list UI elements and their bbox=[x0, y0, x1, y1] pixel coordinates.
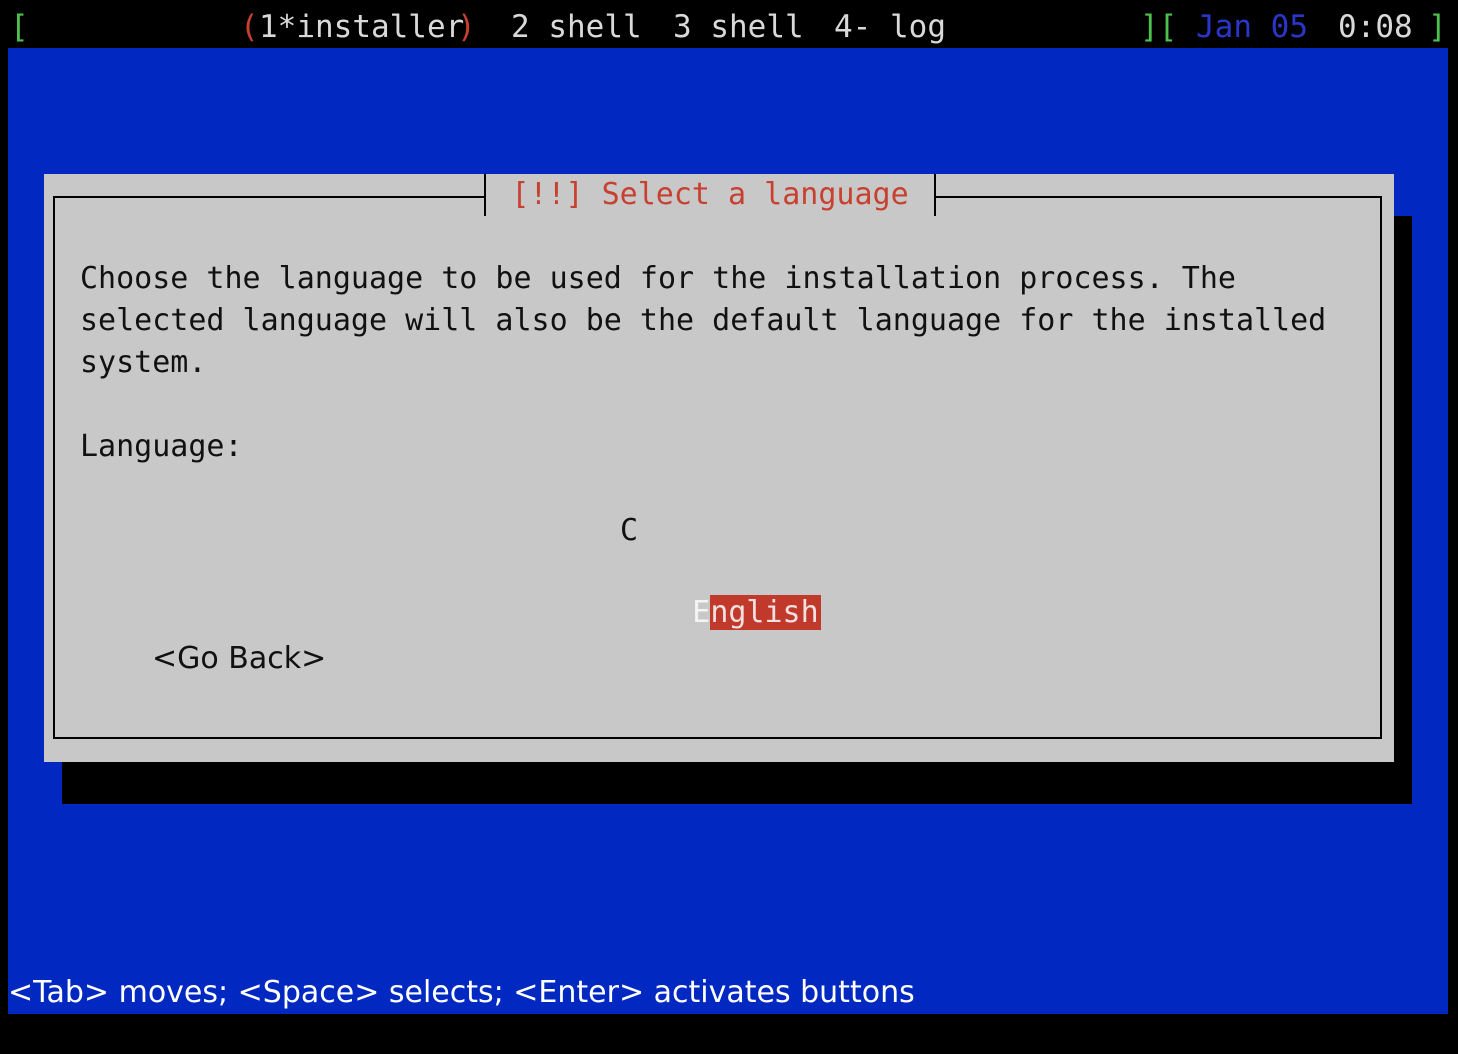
selected-highlight: English bbox=[692, 595, 821, 630]
select-language-dialog: [!!] Select a language Choose the langua… bbox=[44, 174, 1394, 762]
description-line-1: Choose the language to be used for the i… bbox=[80, 261, 1236, 296]
status-right-brackets: ][ bbox=[1140, 9, 1178, 45]
language-option-c[interactable]: C bbox=[620, 511, 638, 551]
status-date: Jan 05 bbox=[1196, 9, 1308, 45]
language-option-english[interactable]: English bbox=[620, 553, 821, 673]
description-line-3: system. bbox=[80, 345, 207, 380]
active-window-open-paren: ( bbox=[240, 9, 259, 45]
go-back-button[interactable]: <Go Back> bbox=[152, 638, 326, 680]
active-window-close-paren: ) bbox=[457, 9, 476, 45]
window-tab-shell-3[interactable]: 3 shell bbox=[673, 0, 804, 54]
window-tab-shell-2[interactable]: 2 shell bbox=[511, 0, 642, 54]
window-tab-log[interactable]: 4- log bbox=[834, 0, 946, 54]
dialog-title: [!!] Select a language bbox=[484, 174, 936, 216]
status-time: 0:08 bbox=[1338, 9, 1413, 45]
language-field-label: Language: bbox=[80, 429, 243, 464]
keyboard-help-line: <Tab> moves; <Space> selects; <Enter> ac… bbox=[8, 975, 915, 1010]
selected-option-first-char: E bbox=[692, 595, 711, 630]
status-right-close-bracket: ] bbox=[1428, 9, 1447, 45]
status-left-bracket: [ bbox=[10, 9, 29, 45]
selected-option-rest: nglish bbox=[710, 595, 819, 630]
tmux-status-bar: [ ( 1*installer ) 2 shell 3 shell 4- log… bbox=[0, 0, 1458, 48]
window-tab-installer[interactable]: 1*installer bbox=[259, 0, 464, 54]
description-line-2: selected language will also be the defau… bbox=[80, 303, 1327, 338]
